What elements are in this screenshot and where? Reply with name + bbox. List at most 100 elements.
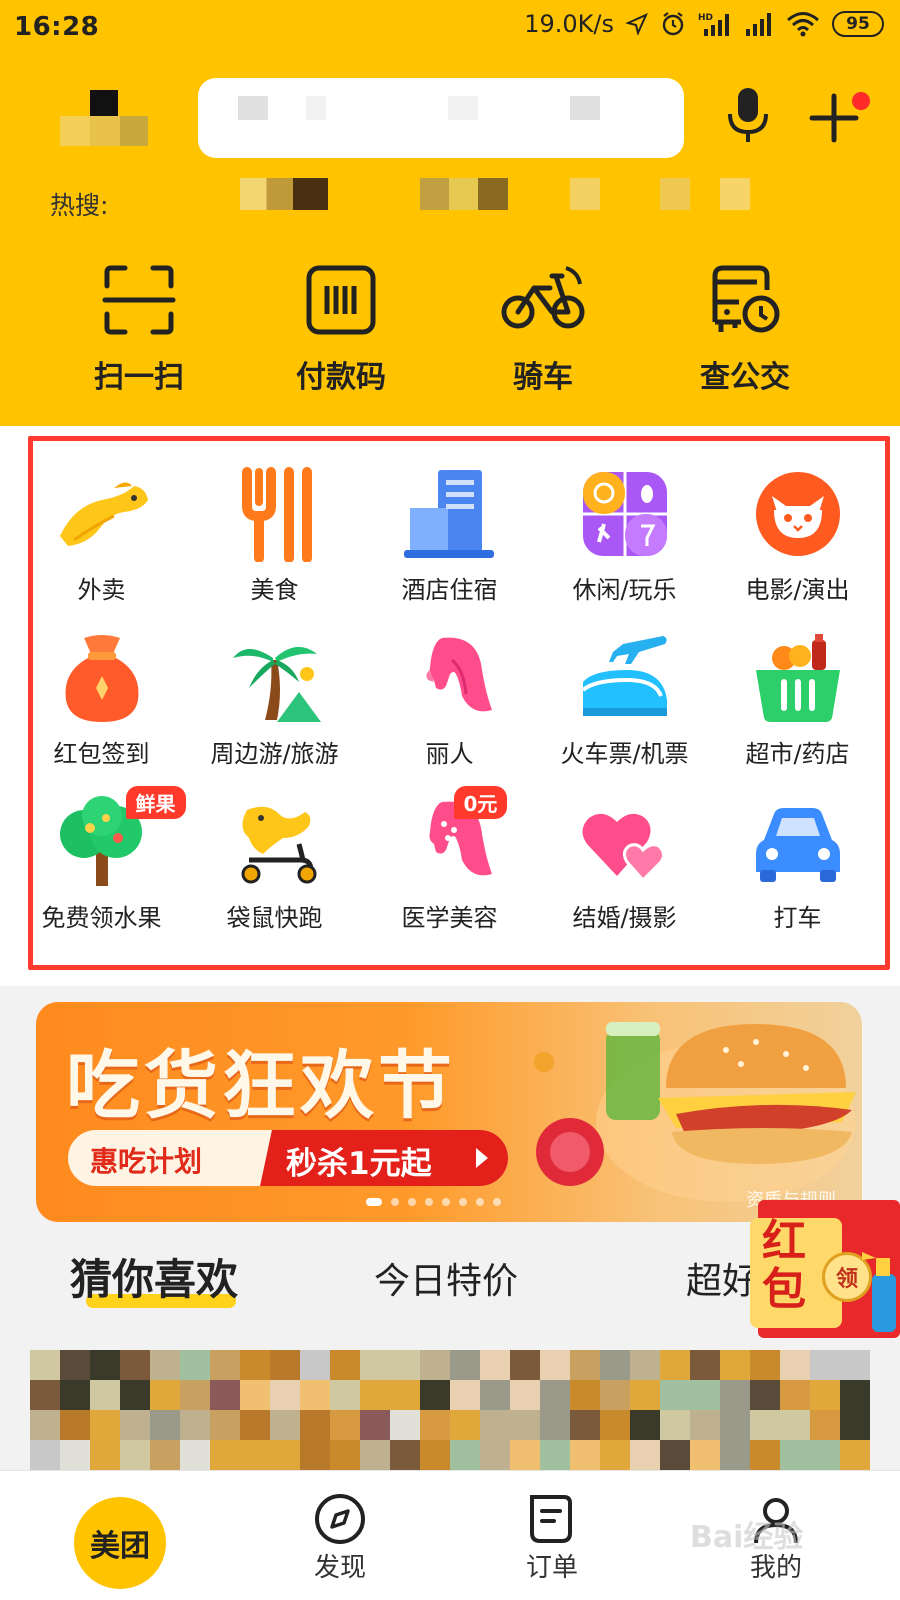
carousel-dot[interactable] [442, 1198, 450, 1206]
network-speed: 19.0K/s [524, 10, 614, 38]
product-list-blurred[interactable] [30, 1350, 870, 1470]
mosaic-tile [510, 1350, 540, 1380]
mosaic-tile [30, 1350, 60, 1380]
svg-text:HD: HD [698, 13, 713, 23]
category-label: 休闲/玩乐 [572, 576, 677, 604]
mosaic-tile [810, 1440, 840, 1470]
category-label: 外卖 [77, 576, 126, 604]
category-label: 电影/演出 [745, 576, 850, 604]
mosaic-tile [690, 1440, 720, 1470]
category-taxi[interactable]: 打车 [710, 794, 885, 933]
carousel-dot[interactable] [476, 1198, 484, 1206]
mosaic-tile [420, 1410, 450, 1440]
status-bar: 16:28 19.0K/s HD 95 [0, 0, 900, 56]
search-input[interactable] [198, 78, 684, 158]
category-redpacket-checkin[interactable]: 红包签到 [14, 630, 189, 769]
status-icons: 19.0K/s HD 95 [524, 10, 884, 38]
mosaic-tile [90, 1350, 120, 1380]
mosaic-tile [120, 1350, 150, 1380]
mosaic-tile [330, 1410, 360, 1440]
pill-right-text: 秒杀1元起 [286, 1146, 432, 1182]
mosaic-tile [180, 1410, 210, 1440]
mosaic-tile [780, 1410, 810, 1440]
category-medical-beauty[interactable]: 0元 医学美容 [362, 786, 537, 933]
mosaic-tile [210, 1440, 240, 1470]
mosaic-tile [840, 1350, 870, 1380]
category-meishi[interactable]: 美食 [187, 466, 362, 605]
tab-today-special[interactable]: 今日特价 [374, 1252, 518, 1304]
category-label: 医学美容 [401, 904, 498, 932]
carousel-dot[interactable] [366, 1198, 382, 1206]
hot-search-item[interactable] [420, 178, 508, 210]
carousel-dots [366, 1198, 501, 1206]
mosaic-tile [30, 1380, 60, 1410]
category-waimai[interactable]: 外卖 [14, 466, 189, 605]
mosaic-tile [840, 1410, 870, 1440]
hot-search-item[interactable] [660, 178, 690, 210]
search-placeholder-blur [570, 96, 600, 120]
hot-search-item[interactable] [720, 178, 750, 210]
mosaic-tile [330, 1440, 360, 1470]
quick-payment-code[interactable]: 付款码 [266, 262, 416, 396]
mosaic-tile [750, 1440, 780, 1470]
mosaic-tile [570, 1380, 600, 1410]
carousel-dot[interactable] [459, 1198, 467, 1206]
mosaic-tile [660, 1440, 690, 1470]
mosaic-tile [390, 1410, 420, 1440]
category-kangaroo-run[interactable]: 袋鼠快跑 [187, 794, 362, 933]
category-supermarket[interactable]: 超市/药店 [710, 630, 885, 769]
hot-search-item[interactable] [570, 178, 600, 210]
category-movie[interactable]: 电影/演出 [710, 466, 885, 605]
category-wedding[interactable]: 结婚/摄影 [537, 794, 712, 933]
tab-super-good[interactable]: 超好 [686, 1252, 758, 1304]
carousel-dot[interactable] [425, 1198, 433, 1206]
kangaroo-icon [54, 466, 150, 562]
category-hotel[interactable]: 酒店住宿 [362, 466, 537, 605]
hotel-building-icon [402, 466, 498, 562]
leisure-grid-icon [577, 466, 673, 562]
mosaic-tile [840, 1380, 870, 1410]
mosaic-tile [540, 1350, 570, 1380]
chevron-right-icon [476, 1148, 488, 1168]
red-packet-float[interactable]: 红包 领 [750, 1200, 900, 1338]
nav-discover[interactable]: 发现 [280, 1491, 400, 1584]
mosaic-tile [240, 1380, 270, 1410]
category-train-flight[interactable]: 火车票/机票 [537, 630, 712, 769]
quick-bus[interactable]: 查公交 [670, 262, 820, 396]
carousel-dot[interactable] [391, 1198, 399, 1206]
mosaic-tile [570, 1440, 600, 1470]
promo-banner[interactable]: 吃货狂欢节 惠吃计划 秒杀1元起 资质与规则 [36, 1002, 862, 1222]
category-free-fruit[interactable]: 鲜果 免费领水果 [14, 786, 189, 933]
mosaic-tile [480, 1350, 510, 1380]
tab-guess-you-like[interactable]: 猜你喜欢 [70, 1246, 238, 1307]
avatar[interactable] [60, 84, 152, 150]
category-leisure[interactable]: 休闲/玩乐 [537, 466, 712, 605]
mosaic-tile [150, 1440, 180, 1470]
mosaic-tile [630, 1440, 660, 1470]
hot-search-item[interactable] [240, 178, 328, 210]
category-label: 丽人 [425, 740, 474, 768]
car-icon [750, 794, 846, 890]
woman-profile-icon [402, 630, 498, 726]
carousel-dot[interactable] [408, 1198, 416, 1206]
mosaic-tile [480, 1440, 510, 1470]
mosaic-tile [150, 1350, 180, 1380]
category-travel[interactable]: 周边游/旅游 [187, 630, 362, 769]
mosaic-tile [270, 1440, 300, 1470]
pill-left-text: 惠吃计划 [90, 1145, 203, 1178]
nav-orders[interactable]: 订单 [492, 1491, 612, 1584]
mosaic-tile [720, 1380, 750, 1410]
category-label: 免费领水果 [41, 904, 162, 932]
mosaic-tile [90, 1380, 120, 1410]
nav-home[interactable]: 美团 [74, 1497, 166, 1589]
quick-bike[interactable]: 骑车 [468, 262, 618, 396]
meituan-logo: 美团 [90, 1529, 150, 1564]
category-beauty[interactable]: 丽人 [362, 630, 537, 769]
mosaic-tile [450, 1350, 480, 1380]
quick-scan[interactable]: 扫一扫 [64, 262, 214, 396]
mosaic-tile [270, 1350, 300, 1380]
mosaic-tile [60, 1440, 90, 1470]
microphone-icon[interactable] [722, 86, 774, 144]
mosaic-tile [150, 1410, 180, 1440]
carousel-dot[interactable] [493, 1198, 501, 1206]
